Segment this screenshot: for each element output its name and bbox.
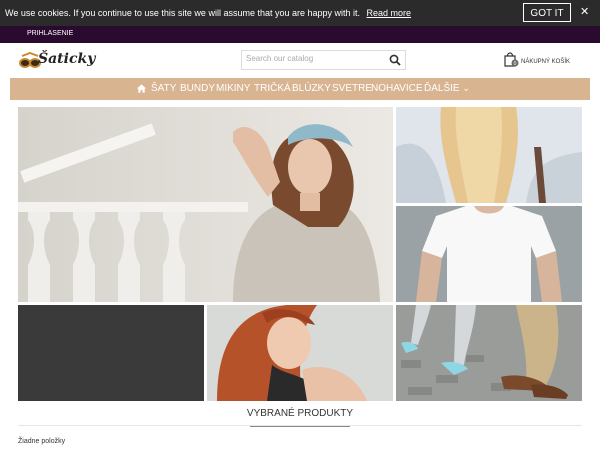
nav-item-nohavice[interactable]: NOHAVICE [371,83,423,94]
nav-item-bluzky[interactable]: BLÚZKY [292,83,331,94]
featured-title-underline [250,426,350,427]
white-tshirt-image[interactable] [396,206,582,302]
chevron-down-icon: ⌄ [462,83,470,93]
featured-products-title[interactable]: VYBRANÉ PRODUKTY [0,408,600,419]
hero-image-woman[interactable] [18,107,393,302]
nav-item-saty[interactable]: ŠATY [151,83,176,94]
svg-text:0: 0 [514,61,517,67]
blonde-hair-image[interactable] [396,107,582,203]
nav-item-tricka[interactable]: TRIČKÁ [254,83,291,94]
top-bar: PRIHLASENIE [0,26,600,43]
search-input[interactable] [246,54,381,63]
logo-text: Šaticky [38,51,96,67]
search-icon[interactable] [389,54,401,66]
got-it-button[interactable]: GOT IT [523,3,571,22]
main-nav: ŠATY BUNDY MIKINY TRIČKÁ BLÚZKY SVETRE N… [10,78,590,100]
cookie-read-more-link[interactable]: Read more [367,8,412,18]
nav-item-mikiny[interactable]: MIKINY [216,83,250,94]
logo[interactable]: Šaticky [18,50,95,74]
cookie-message-text: We use cookies. If you continue to use t… [5,8,361,18]
cart-button[interactable]: 0 NÁKUPNÝ KOŠÍK [503,50,583,70]
shoes-image[interactable] [396,305,582,401]
nav-item-bundy[interactable]: BUNDY [180,83,215,94]
home-icon[interactable] [136,83,147,94]
shopping-bag-icon: 0 [504,52,519,67]
search-box [241,50,406,70]
nav-item-dalsie-label: ĎALŠIE [424,83,460,94]
nav-item-svetre[interactable]: SVETRE [332,83,372,94]
close-icon[interactable]: ✕ [580,5,589,18]
no-items-text: Žiadne položky [18,438,66,445]
cart-label: NÁKUPNÝ KOŠÍK [521,59,571,65]
cookie-message: We use cookies. If you continue to use t… [5,8,411,18]
cookie-bar: We use cookies. If you continue to use t… [0,0,600,26]
dark-image-tile[interactable] [18,305,204,401]
redhead-woman-image[interactable] [207,305,393,401]
nav-item-dalsie[interactable]: ĎALŠIE ⌄ [424,83,470,94]
login-link[interactable]: PRIHLASENIE [27,30,73,37]
